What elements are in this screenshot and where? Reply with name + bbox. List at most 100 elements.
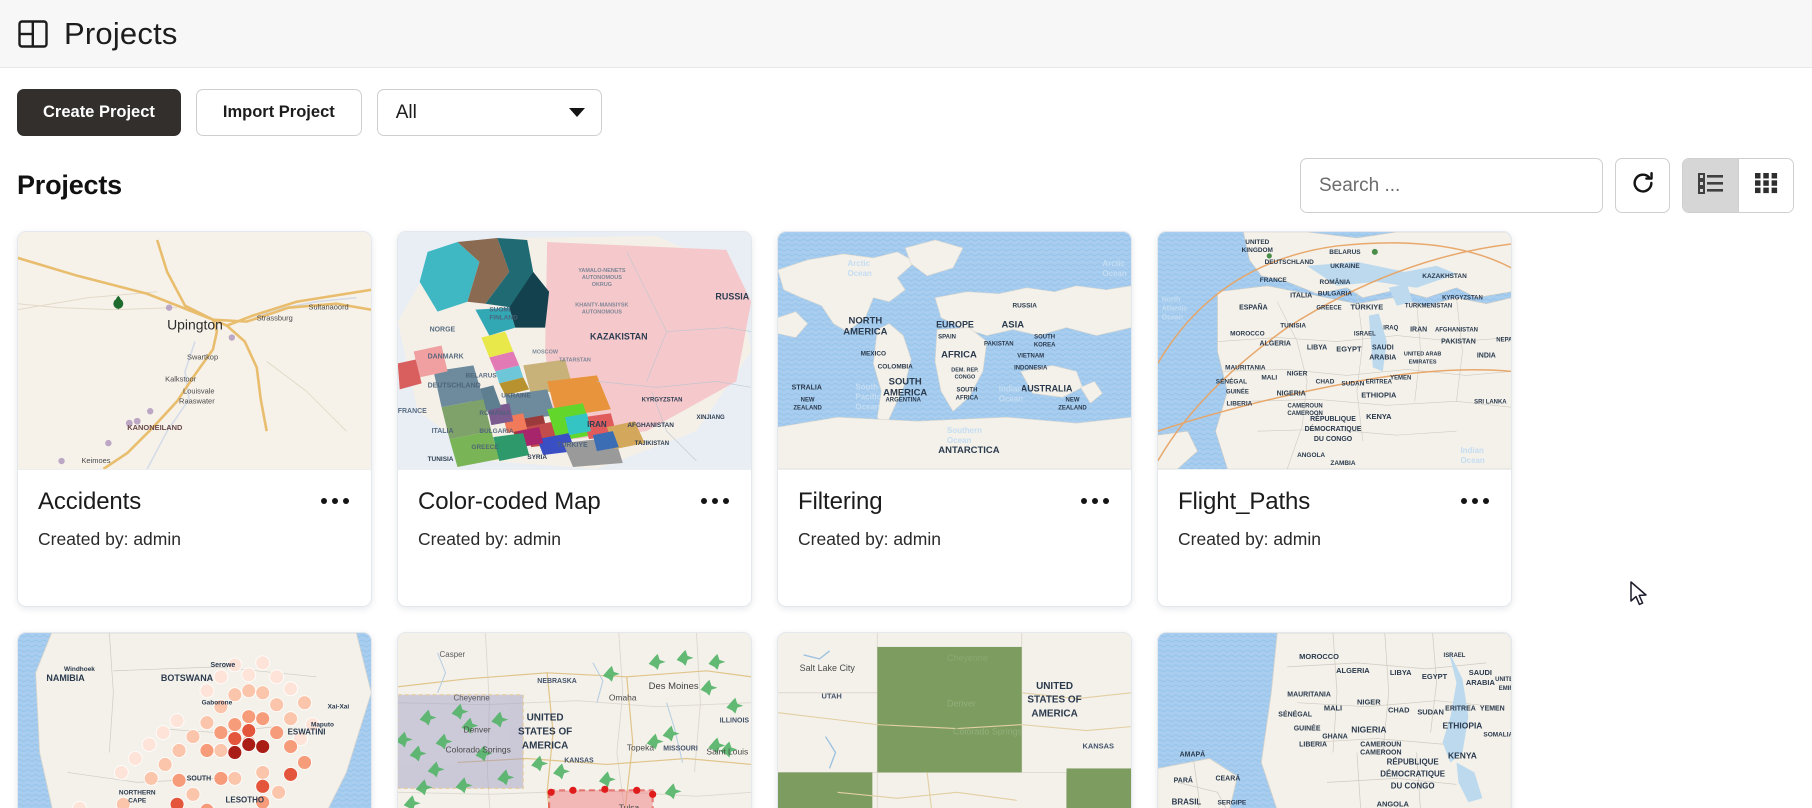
- svg-text:ARGENTINA: ARGENTINA: [885, 397, 921, 403]
- svg-text:DU CONGO: DU CONGO: [1314, 436, 1353, 443]
- list-view-button[interactable]: [1683, 159, 1738, 212]
- project-card[interactable]: NORTH AMERICA SOUTH AMERICA EUROPE AFRIC…: [777, 231, 1132, 607]
- project-card[interactable]: NAMIBIA BOTSWANA Serowe ESWATINI LESOTHO…: [17, 632, 372, 808]
- svg-text:KOREA: KOREA: [1034, 343, 1056, 349]
- svg-text:MEXICO: MEXICO: [861, 350, 887, 357]
- svg-text:IRAN: IRAN: [587, 420, 607, 429]
- svg-text:STATES OF: STATES OF: [518, 727, 572, 738]
- svg-text:NIGER: NIGER: [1357, 698, 1381, 707]
- svg-text:Atlantic: Atlantic: [1162, 306, 1188, 313]
- svg-text:Ocean: Ocean: [999, 394, 1023, 403]
- svg-text:DANMARK: DANMARK: [428, 353, 464, 360]
- search-input[interactable]: [1300, 158, 1603, 213]
- svg-text:KENYA: KENYA: [1366, 412, 1392, 421]
- project-filter-value: All: [395, 101, 417, 123]
- svg-text:ROMÂNIA: ROMÂNIA: [479, 408, 510, 417]
- svg-text:AFRICA: AFRICA: [956, 395, 979, 401]
- svg-text:MOROCCO: MOROCCO: [1299, 652, 1339, 661]
- svg-text:Tulsa: Tulsa: [619, 802, 640, 808]
- svg-text:NEPAL: NEPAL: [1496, 338, 1511, 344]
- svg-text:SOUTH: SOUTH: [1034, 335, 1055, 341]
- app-header: Projects: [0, 0, 1812, 68]
- svg-text:ERITREA: ERITREA: [1366, 379, 1393, 385]
- project-thumbnail: NAMIBIA BOTSWANA Serowe ESWATINI LESOTHO…: [18, 633, 371, 808]
- project-title: Color-coded Map: [418, 488, 601, 515]
- svg-text:ZEALAND: ZEALAND: [793, 405, 822, 411]
- more-options-icon[interactable]: [321, 489, 351, 504]
- svg-text:KANSAS: KANSAS: [1082, 742, 1114, 751]
- more-options-icon[interactable]: [1461, 489, 1491, 504]
- svg-text:North: North: [1162, 297, 1181, 304]
- layout-panels-icon: [18, 19, 48, 49]
- svg-text:Maputo: Maputo: [311, 722, 334, 729]
- svg-text:Arctic: Arctic: [1102, 259, 1125, 268]
- import-project-button[interactable]: Import Project: [195, 89, 362, 136]
- svg-text:LESOTHO: LESOTHO: [226, 795, 264, 804]
- svg-text:ERITREA: ERITREA: [1445, 706, 1476, 713]
- svg-text:Colorado Springs: Colorado Springs: [446, 744, 511, 754]
- svg-text:Ocean: Ocean: [1162, 315, 1183, 322]
- svg-text:UNITED: UNITED: [1036, 681, 1073, 692]
- svg-text:Topeka: Topeka: [627, 743, 655, 753]
- svg-text:ZAMBIA: ZAMBIA: [1330, 460, 1355, 467]
- project-card[interactable]: MOROCCO ALGERIA LIBYA EGYPT SAUDI ARABIA…: [1157, 632, 1512, 808]
- project-card[interactable]: Casper Cheyenne Denver Colorado Springs …: [397, 632, 752, 808]
- svg-text:Serowe: Serowe: [210, 662, 235, 669]
- svg-text:SAUDI: SAUDI: [1372, 345, 1394, 352]
- grid-view-icon: [1754, 171, 1778, 200]
- svg-text:Strassburg: Strassburg: [257, 314, 293, 323]
- svg-text:IRAQ: IRAQ: [1383, 326, 1398, 332]
- project-thumbnail: Salt Lake City Cheyenne Denver Colorado …: [778, 633, 1131, 808]
- svg-text:XINJIANG: XINJIANG: [696, 415, 725, 421]
- svg-text:Saint Louis: Saint Louis: [706, 746, 748, 756]
- project-card[interactable]: RUSSIA KAZAKISTAN AFGHANISTAN IRAN SYRIA…: [397, 231, 752, 607]
- project-card[interactable]: Upington Strassburg Sultanaoord Swartkop…: [17, 231, 372, 607]
- svg-text:SÉNÉGAL: SÉNÉGAL: [1216, 376, 1247, 385]
- svg-text:KENYA: KENYA: [1448, 750, 1477, 760]
- project-card[interactable]: UNITED KINGDOM DEUTSCHLAND FRANCE ESPAÑA…: [1157, 231, 1512, 607]
- svg-text:ITALIA: ITALIA: [432, 428, 454, 435]
- svg-text:MAURITANIA: MAURITANIA: [1225, 364, 1266, 371]
- more-options-icon[interactable]: [701, 489, 731, 504]
- grid-view-button[interactable]: [1738, 159, 1793, 212]
- svg-text:OKRUG: OKRUG: [592, 282, 612, 288]
- svg-text:NORTHERN: NORTHERN: [119, 789, 156, 796]
- project-thumbnail: UNITED KINGDOM DEUTSCHLAND FRANCE ESPAÑA…: [1158, 232, 1511, 470]
- svg-text:SRI LANKA: SRI LANKA: [1474, 399, 1507, 405]
- svg-text:SÉNÉGAL: SÉNÉGAL: [1278, 710, 1312, 719]
- create-project-button[interactable]: Create Project: [17, 89, 181, 136]
- svg-text:DÉMOCRATIQUE: DÉMOCRATIQUE: [1380, 769, 1445, 778]
- project-card-body: Filtering Created by: admin: [778, 470, 1131, 606]
- page-title: Projects: [64, 16, 178, 51]
- svg-text:AMERICA: AMERICA: [843, 327, 887, 338]
- svg-text:FINLAND: FINLAND: [489, 315, 518, 322]
- svg-text:BRASIL: BRASIL: [1172, 797, 1202, 806]
- svg-text:MALI: MALI: [1324, 704, 1342, 713]
- svg-text:NIGER: NIGER: [1287, 370, 1308, 377]
- more-options-icon[interactable]: [1081, 489, 1111, 504]
- svg-text:KANSAS: KANSAS: [564, 757, 594, 764]
- svg-text:Upington: Upington: [167, 317, 223, 333]
- svg-text:ROMÂNIA: ROMÂNIA: [1320, 277, 1351, 286]
- svg-text:Keimoes: Keimoes: [81, 456, 110, 465]
- project-thumbnail: NORTH AMERICA SOUTH AMERICA EUROPE AFRIC…: [778, 232, 1131, 470]
- svg-text:VIETNAM: VIETNAM: [1017, 353, 1044, 359]
- svg-text:IRAN: IRAN: [1410, 327, 1427, 334]
- svg-text:INDONESIA: INDONESIA: [1014, 365, 1048, 371]
- svg-text:SOUTH: SOUTH: [957, 387, 978, 393]
- svg-text:UNITED: UNITED: [1495, 677, 1511, 683]
- svg-text:ESWATINI: ESWATINI: [288, 728, 326, 737]
- project-filter-select[interactable]: All: [376, 89, 602, 136]
- svg-text:Denver: Denver: [463, 725, 490, 735]
- svg-text:GREECE: GREECE: [1316, 306, 1341, 312]
- view-toggle-group: [1682, 158, 1794, 213]
- svg-text:COLOMBIA: COLOMBIA: [878, 363, 914, 370]
- project-card[interactable]: Salt Lake City Cheyenne Denver Colorado …: [777, 632, 1132, 808]
- svg-text:NORGE: NORGE: [430, 327, 456, 334]
- svg-text:ARABIA: ARABIA: [1466, 678, 1496, 687]
- project-created-by: Created by: admin: [418, 529, 561, 550]
- svg-text:DÉMOCRATIQUE: DÉMOCRATIQUE: [1305, 424, 1362, 433]
- project-thumbnail: Upington Strassburg Sultanaoord Swartkop…: [18, 232, 371, 470]
- svg-text:RÉPUBLIQUE: RÉPUBLIQUE: [1310, 414, 1356, 423]
- refresh-button[interactable]: [1615, 158, 1670, 213]
